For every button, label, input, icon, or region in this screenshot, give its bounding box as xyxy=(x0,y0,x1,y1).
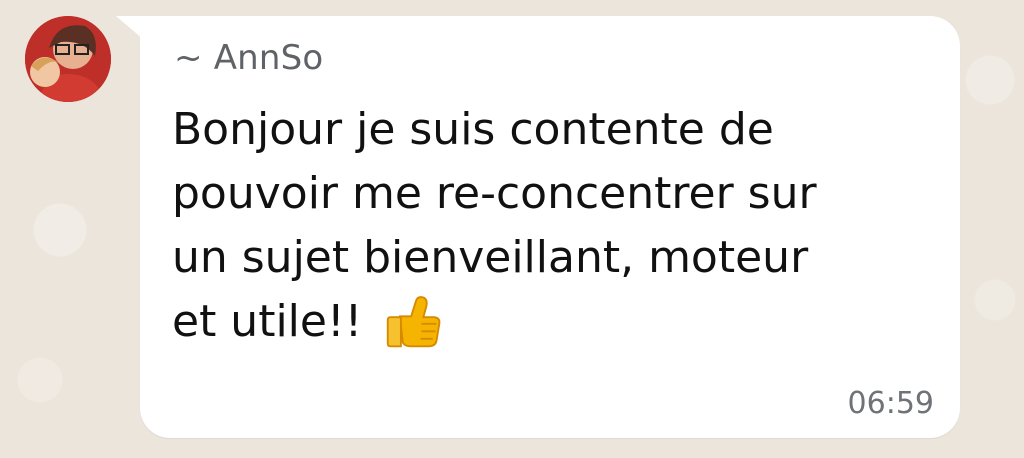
message-line: pouvoir me re-concentrer sur xyxy=(172,168,817,219)
sender-name[interactable]: ~ AnnSo xyxy=(174,38,323,78)
message-line: Bonjour je suis contente de xyxy=(172,104,774,155)
message-timestamp: 06:59 xyxy=(847,386,934,421)
message-line: un sujet bienveillant, moteur xyxy=(172,232,809,283)
message-line-text: et utile!! xyxy=(172,296,363,347)
avatar[interactable] xyxy=(25,16,111,102)
thumbs-up-icon xyxy=(384,290,444,368)
avatar-photo xyxy=(25,16,111,102)
message-line: et utile!! xyxy=(172,290,892,368)
message-text: Bonjour je suis contente de pouvoir me r… xyxy=(172,98,892,368)
